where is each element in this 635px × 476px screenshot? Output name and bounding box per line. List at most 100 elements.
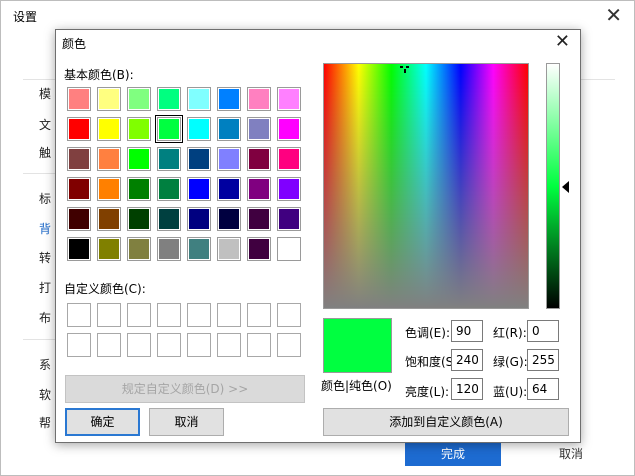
luminance-arrow-icon[interactable] <box>562 181 569 193</box>
settings-close-icon[interactable]: ✕ <box>605 3 622 27</box>
settings-item[interactable]: 布 <box>39 309 51 326</box>
basic-color-swatch[interactable] <box>217 177 241 201</box>
basic-color-swatch[interactable] <box>97 237 121 261</box>
custom-color-swatch[interactable] <box>157 303 181 327</box>
custom-color-swatch[interactable] <box>67 303 91 327</box>
custom-color-swatch[interactable] <box>217 303 241 327</box>
basic-color-swatch[interactable] <box>157 87 181 111</box>
saturation-input[interactable] <box>451 349 483 371</box>
basic-color-swatch[interactable] <box>277 87 301 111</box>
basic-color-swatch[interactable] <box>127 207 151 231</box>
luminance-slider[interactable] <box>546 63 560 309</box>
basic-color-swatch[interactable] <box>187 147 211 171</box>
custom-color-swatch[interactable] <box>277 333 301 357</box>
basic-color-swatch[interactable] <box>247 177 271 201</box>
settings-item[interactable]: 帮 <box>39 414 51 431</box>
settings-cancel-button[interactable]: 取消 <box>541 442 601 466</box>
settings-item[interactable]: 软 <box>39 386 51 403</box>
basic-color-swatch[interactable] <box>67 177 91 201</box>
basic-color-swatch[interactable] <box>277 117 301 141</box>
basic-color-swatch[interactable] <box>97 117 121 141</box>
settings-item[interactable]: 系 <box>39 356 51 373</box>
basic-color-swatch[interactable] <box>155 115 183 143</box>
custom-color-swatch[interactable] <box>277 303 301 327</box>
basic-color-swatch[interactable] <box>277 207 301 231</box>
basic-color-swatch[interactable] <box>127 147 151 171</box>
basic-color-swatch[interactable] <box>157 237 181 261</box>
basic-color-swatch[interactable] <box>67 147 91 171</box>
settings-item-active[interactable]: 背 <box>39 220 51 237</box>
custom-color-swatch[interactable] <box>97 333 121 357</box>
custom-color-swatch[interactable] <box>127 303 151 327</box>
basic-color-swatch[interactable] <box>67 207 91 231</box>
crosshair-icon <box>400 63 409 74</box>
basic-color-swatch[interactable] <box>157 177 181 201</box>
define-custom-colors-button[interactable]: 规定自定义颜色(D) >> <box>65 375 305 403</box>
cancel-button[interactable]: 取消 <box>149 408 224 436</box>
settings-item[interactable]: 触 <box>39 144 51 161</box>
basic-color-swatch[interactable] <box>97 87 121 111</box>
basic-color-swatch[interactable] <box>127 87 151 111</box>
basic-color-swatch[interactable] <box>187 177 211 201</box>
divider <box>23 173 57 174</box>
hue-label: 色调(E): <box>405 326 450 340</box>
basic-color-swatch[interactable] <box>127 237 151 261</box>
custom-color-swatch[interactable] <box>187 303 211 327</box>
basic-color-swatch[interactable] <box>187 117 211 141</box>
basic-color-swatch[interactable] <box>67 237 91 261</box>
custom-color-swatch[interactable] <box>157 333 181 357</box>
basic-color-swatch[interactable] <box>247 237 271 261</box>
basic-color-swatch[interactable] <box>217 147 241 171</box>
custom-color-swatch[interactable] <box>247 303 271 327</box>
dialog-close-icon[interactable]: ✕ <box>555 31 570 53</box>
basic-color-swatch[interactable] <box>217 117 241 141</box>
custom-color-swatch[interactable] <box>97 303 121 327</box>
red-input[interactable] <box>527 320 559 342</box>
basic-color-swatch[interactable] <box>97 147 121 171</box>
basic-color-swatch[interactable] <box>247 117 271 141</box>
custom-color-swatch[interactable] <box>187 333 211 357</box>
basic-color-swatch[interactable] <box>277 177 301 201</box>
green-input[interactable] <box>527 349 559 371</box>
custom-color-swatch[interactable] <box>67 333 91 357</box>
divider <box>23 339 57 340</box>
basic-color-swatch[interactable] <box>277 147 301 171</box>
basic-colors-label: 基本颜色(B): <box>64 68 134 82</box>
hue-input[interactable] <box>451 320 483 342</box>
basic-color-swatch[interactable] <box>97 177 121 201</box>
basic-color-swatch[interactable] <box>97 207 121 231</box>
settings-item[interactable]: 标 <box>39 190 51 207</box>
settings-item[interactable]: 转 <box>39 249 51 266</box>
basic-color-swatch[interactable] <box>277 237 301 261</box>
basic-color-swatch[interactable] <box>247 87 271 111</box>
basic-color-swatch[interactable] <box>187 237 211 261</box>
basic-color-swatch[interactable] <box>157 207 181 231</box>
color-spectrum[interactable] <box>323 63 529 309</box>
blue-input[interactable] <box>527 378 559 400</box>
basic-color-swatch[interactable] <box>187 207 211 231</box>
basic-color-swatch[interactable] <box>187 87 211 111</box>
color-solid-label: 颜色|纯色(O) <box>321 379 392 393</box>
custom-color-swatch[interactable] <box>217 333 241 357</box>
finish-button[interactable]: 完成 <box>405 442 501 466</box>
basic-color-swatch[interactable] <box>247 147 271 171</box>
settings-item[interactable]: 文 <box>39 116 51 133</box>
basic-color-swatch[interactable] <box>67 117 91 141</box>
blue-label: 蓝(U): <box>493 385 528 399</box>
basic-color-swatch[interactable] <box>217 87 241 111</box>
add-to-custom-colors-button[interactable]: 添加到自定义颜色(A) <box>323 408 569 436</box>
basic-color-swatch[interactable] <box>157 147 181 171</box>
basic-color-swatch[interactable] <box>127 117 151 141</box>
ok-button[interactable]: 确定 <box>65 408 140 436</box>
settings-item[interactable]: 模 <box>39 85 51 102</box>
basic-color-swatch[interactable] <box>67 87 91 111</box>
custom-color-swatch[interactable] <box>247 333 271 357</box>
settings-item[interactable]: 打 <box>39 279 51 296</box>
custom-color-swatch[interactable] <box>127 333 151 357</box>
basic-color-swatch[interactable] <box>127 177 151 201</box>
basic-color-swatch[interactable] <box>247 207 271 231</box>
basic-color-swatch[interactable] <box>217 237 241 261</box>
luminance-input[interactable] <box>451 378 483 400</box>
luminance-label: 亮度(L): <box>405 385 450 399</box>
basic-color-swatch[interactable] <box>217 207 241 231</box>
